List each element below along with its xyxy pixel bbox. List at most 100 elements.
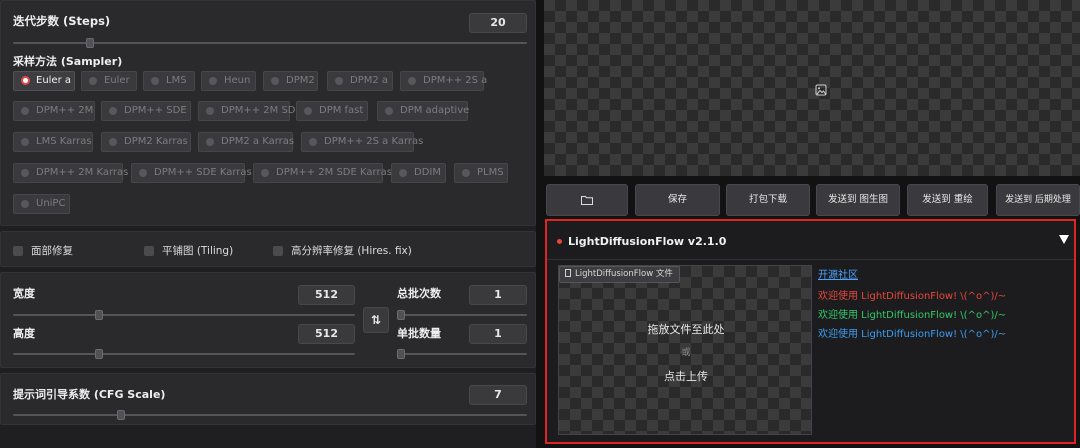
cfg-label: 提示词引导系数 (CFG Scale)	[13, 388, 166, 401]
file-icon	[565, 269, 571, 277]
batch-size-input[interactable]: 1	[469, 324, 527, 344]
batch-size-slider-thumb[interactable]	[397, 349, 405, 359]
send-to-extras-button[interactable]: 发送到 后期处理	[996, 184, 1080, 216]
width-slider-thumb[interactable]	[94, 310, 103, 320]
radio-icon	[21, 138, 29, 146]
sampler-option[interactable]: DPM++ 2M Karras	[13, 163, 128, 183]
radio-icon	[462, 169, 470, 177]
radio-icon	[21, 76, 30, 85]
radio-icon	[309, 138, 317, 146]
sampler-option[interactable]: LMS	[143, 71, 195, 91]
click-upload-text: 点击上传	[664, 370, 708, 383]
open-folder-button[interactable]	[546, 184, 628, 216]
sampler-option[interactable]: DPM adaptive	[377, 101, 469, 121]
folder-icon	[581, 196, 593, 205]
height-input[interactable]: 512	[298, 324, 355, 344]
sampler-option[interactable]: DPM++ 2S a Karras	[301, 132, 423, 152]
radio-icon	[304, 107, 312, 115]
checkbox-icon	[13, 245, 23, 256]
ldf-title: LightDiffusionFlow v2.1.0	[568, 235, 727, 248]
welcome-message-red: 欢迎使用 LightDiffusionFlow! \(^o^)/~	[818, 291, 1007, 302]
or-text: 或	[681, 348, 691, 358]
radio-icon	[399, 169, 407, 177]
sampler-option[interactable]: PLMS	[454, 163, 508, 183]
sampler-option[interactable]: Heun	[201, 71, 256, 91]
community-link[interactable]: 开源社区	[818, 266, 858, 281]
size-batch-panel: 宽度 512 高度 512 ⇅ 总批次数 1 单批数量 1	[0, 272, 536, 368]
cfg-slider-track[interactable]	[13, 414, 527, 416]
face-restore-checkbox[interactable]: 面部修复	[13, 243, 73, 258]
steps-label: 迭代步数 (Steps)	[13, 14, 111, 28]
radio-icon	[139, 169, 147, 177]
file-label-tag: LightDiffusionFlow 文件	[559, 266, 680, 283]
sampler-option[interactable]: Euler	[81, 71, 137, 91]
radio-icon	[21, 169, 29, 177]
collapse-triangle-icon[interactable]	[1059, 235, 1069, 244]
width-label: 宽度	[13, 287, 35, 300]
options-row: 面部修复 平铺图 (Tiling) 高分辨率修复 (Hires. fix)	[0, 231, 536, 267]
batch-size-slider-track[interactable]	[397, 353, 527, 355]
checkbox-icon	[273, 245, 283, 256]
drop-text: 拖放文件至此处	[647, 323, 725, 336]
sampler-option[interactable]: DPM2	[263, 71, 318, 91]
height-slider-thumb[interactable]	[94, 349, 103, 359]
steps-slider-thumb[interactable]	[86, 38, 95, 48]
sampler-option[interactable]: DPM fast	[296, 101, 368, 121]
height-label: 高度	[13, 327, 35, 340]
sampler-option[interactable]: DPM2 a	[327, 71, 393, 91]
image-placeholder-icon	[815, 84, 827, 96]
tiling-checkbox[interactable]: 平铺图 (Tiling)	[144, 243, 233, 258]
steps-input[interactable]: 20	[469, 13, 527, 33]
radio-icon	[109, 138, 117, 146]
sampler-option[interactable]: DPM++ 2M	[13, 101, 95, 121]
hires-fix-checkbox[interactable]: 高分辨率修复 (Hires. fix)	[273, 243, 412, 258]
radio-icon	[151, 77, 159, 85]
batch-count-slider-thumb[interactable]	[397, 310, 405, 320]
output-image-area[interactable]	[544, 0, 1080, 176]
send-to-inpaint-button[interactable]: 发送到 重绘	[907, 184, 988, 216]
sampler-label: 采样方法 (Sampler)	[13, 55, 123, 68]
radio-icon	[21, 107, 29, 115]
radio-icon	[408, 77, 416, 85]
radio-icon	[385, 107, 393, 115]
cfg-panel: 提示词引导系数 (CFG Scale) 7	[0, 373, 536, 425]
sampler-option[interactable]: UniPC	[13, 194, 70, 214]
cfg-input[interactable]: 7	[469, 385, 527, 405]
batch-count-input[interactable]: 1	[469, 285, 527, 305]
settings-column: 迭代步数 (Steps) 20 采样方法 (Sampler) Euler a E…	[0, 0, 536, 448]
width-input[interactable]: 512	[298, 285, 355, 305]
sampler-option[interactable]: DPM2 a Karras	[198, 132, 294, 152]
radio-icon	[109, 107, 117, 115]
radio-icon	[261, 169, 269, 177]
swap-dimensions-button[interactable]: ⇅	[363, 307, 389, 333]
sampler-option[interactable]: DPM2 Karras	[101, 132, 191, 152]
radio-icon	[335, 77, 343, 85]
send-to-img2img-button[interactable]: 发送到 图生图	[816, 184, 900, 216]
sampler-option[interactable]: DPM++ SDE	[101, 101, 191, 121]
zip-download-button[interactable]: 打包下载	[726, 184, 810, 216]
radio-icon	[271, 77, 279, 85]
file-drop-zone[interactable]: LightDiffusionFlow 文件 拖放文件至此处 或 点击上传	[558, 265, 812, 435]
swap-arrows-icon: ⇅	[370, 313, 382, 327]
steps-sampler-panel: 迭代步数 (Steps) 20 采样方法 (Sampler) Euler a E…	[0, 0, 536, 226]
save-button[interactable]: 保存	[635, 184, 720, 216]
radio-icon	[89, 77, 97, 85]
sampler-option[interactable]: DPM++ SDE Karras	[131, 163, 252, 183]
batch-size-label: 单批数量	[397, 327, 441, 340]
sampler-option[interactable]: LMS Karras	[13, 132, 93, 152]
sampler-option[interactable]: DPM++ 2M SDE Karras	[253, 163, 392, 183]
sampler-option[interactable]: DDIM	[391, 163, 446, 183]
status-dot-icon	[557, 239, 562, 244]
cfg-slider-thumb[interactable]	[116, 410, 125, 420]
welcome-message-blue: 欢迎使用 LightDiffusionFlow! \(^o^)/~	[818, 329, 1007, 340]
sampler-option[interactable]: DPM++ 2M SDE	[198, 101, 302, 121]
radio-icon	[21, 200, 29, 208]
batch-count-slider-track[interactable]	[397, 314, 527, 316]
width-slider-track[interactable]	[13, 314, 355, 316]
sampler-option[interactable]: DPM++ 2S a	[400, 71, 487, 91]
checkbox-icon	[144, 245, 154, 256]
sampler-option[interactable]: Euler a	[13, 71, 75, 91]
height-slider-track[interactable]	[13, 353, 355, 355]
radio-icon	[209, 77, 217, 85]
divider	[547, 259, 1074, 260]
